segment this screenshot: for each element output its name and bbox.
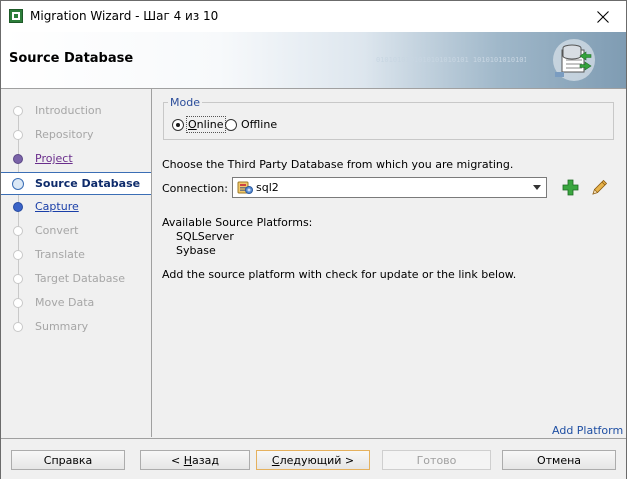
nav-step-capture[interactable]: Capture [1, 196, 151, 219]
finish-button: Готово [382, 450, 491, 470]
help-button-label: Справка [43, 453, 93, 467]
wizard-header: Source Database 0101010101010101010101 1… [1, 32, 626, 89]
offline-radio[interactable]: Offline [225, 118, 277, 131]
mode-group: Mode Online Offline [163, 96, 614, 140]
step-next-icon [13, 202, 23, 212]
close-icon [597, 10, 609, 23]
cancel-button-label: Отмена [536, 453, 582, 467]
step-indicator-icon [13, 274, 23, 284]
nav-step-label: Target Database [35, 272, 126, 285]
cancel-button[interactable]: Отмена [502, 450, 616, 470]
page-title: Source Database [9, 51, 134, 66]
add-connection-icon[interactable] [562, 179, 579, 196]
mode-legend: Mode [168, 96, 202, 109]
window-title: Migration Wizard - Шаг 4 из 10 [30, 9, 219, 23]
nav-step-project[interactable]: Project [1, 148, 151, 171]
sqlserver-connection-icon [237, 181, 253, 194]
nav-step-label: Move Data [35, 296, 95, 309]
nav-step-label: Summary [35, 320, 89, 333]
nav-step-summary: Summary [1, 316, 151, 339]
nav-step-translate: Translate [1, 244, 151, 267]
edit-connection-pencil-icon[interactable] [590, 179, 608, 197]
platform-item: SQLServer [176, 230, 234, 243]
online-radio[interactable]: Online [172, 116, 226, 133]
chevron-down-icon [533, 185, 541, 190]
step-indicator-icon [13, 298, 23, 308]
nav-step-move-data: Move Data [1, 292, 151, 315]
connection-label: Connection: [162, 182, 228, 195]
nav-step-label: Introduction [35, 104, 102, 117]
platform-item: Sybase [176, 244, 216, 257]
close-button[interactable] [580, 1, 626, 32]
nav-step-introduction: Introduction [1, 100, 151, 123]
back-button-label: < Назад [171, 453, 219, 467]
source-database-panel: Mode Online Offline Choose the Third Par… [152, 89, 626, 437]
nav-step-label[interactable]: Project [35, 152, 73, 165]
nav-step-label[interactable]: Capture [35, 200, 79, 213]
step-indicator-icon [13, 130, 23, 140]
add-platform-note: Add the source platform with check for u… [162, 268, 517, 281]
database-migration-icon [553, 39, 595, 81]
back-button[interactable]: < Назад [140, 450, 250, 470]
nav-step-target-database: Target Database [1, 268, 151, 291]
step-visited-icon [13, 154, 23, 164]
binary-pattern: 0101010101010101010101 101010101010101 0… [376, 57, 526, 64]
add-platform-link[interactable]: Add Platform [552, 424, 623, 437]
radio-selected-icon [172, 118, 184, 131]
available-platforms-label: Available Source Platforms: [162, 216, 313, 229]
nav-step-label: Repository [35, 128, 94, 141]
wizard-steps-nav: Introduction Repository Project Source D… [1, 89, 152, 437]
next-button[interactable]: Следующий > [256, 450, 370, 470]
wizard-footer: Справка < Назад Следующий > Готово Отмен… [1, 438, 626, 479]
step-indicator-icon [13, 250, 23, 260]
nav-step-convert: Convert [1, 220, 151, 243]
online-label: Online [186, 116, 226, 133]
nav-step-source-database: Source Database [1, 172, 151, 195]
step-current-icon [12, 178, 24, 190]
help-button[interactable]: Справка [11, 450, 125, 470]
step-indicator-icon [13, 106, 23, 116]
nav-step-repository: Repository [1, 124, 151, 147]
nav-step-label: Convert [35, 224, 79, 237]
next-button-label: Следующий > [271, 453, 355, 467]
finish-button-label: Готово [416, 453, 457, 467]
app-icon [9, 9, 23, 23]
migration-wizard-window: Migration Wizard - Шаг 4 из 10 Source Da… [0, 0, 627, 479]
nav-step-label: Translate [35, 248, 85, 261]
nav-step-label: Source Database [35, 177, 141, 190]
title-bar: Migration Wizard - Шаг 4 из 10 [1, 1, 626, 32]
radio-unselected-icon [225, 118, 237, 131]
offline-label: Offline [241, 118, 278, 131]
step-indicator-icon [13, 226, 23, 236]
step-indicator-icon [13, 322, 23, 332]
connection-value: sql2 [256, 181, 279, 194]
connection-select[interactable]: sql2 [232, 177, 547, 198]
choose-database-text: Choose the Third Party Database from whi… [162, 158, 514, 171]
